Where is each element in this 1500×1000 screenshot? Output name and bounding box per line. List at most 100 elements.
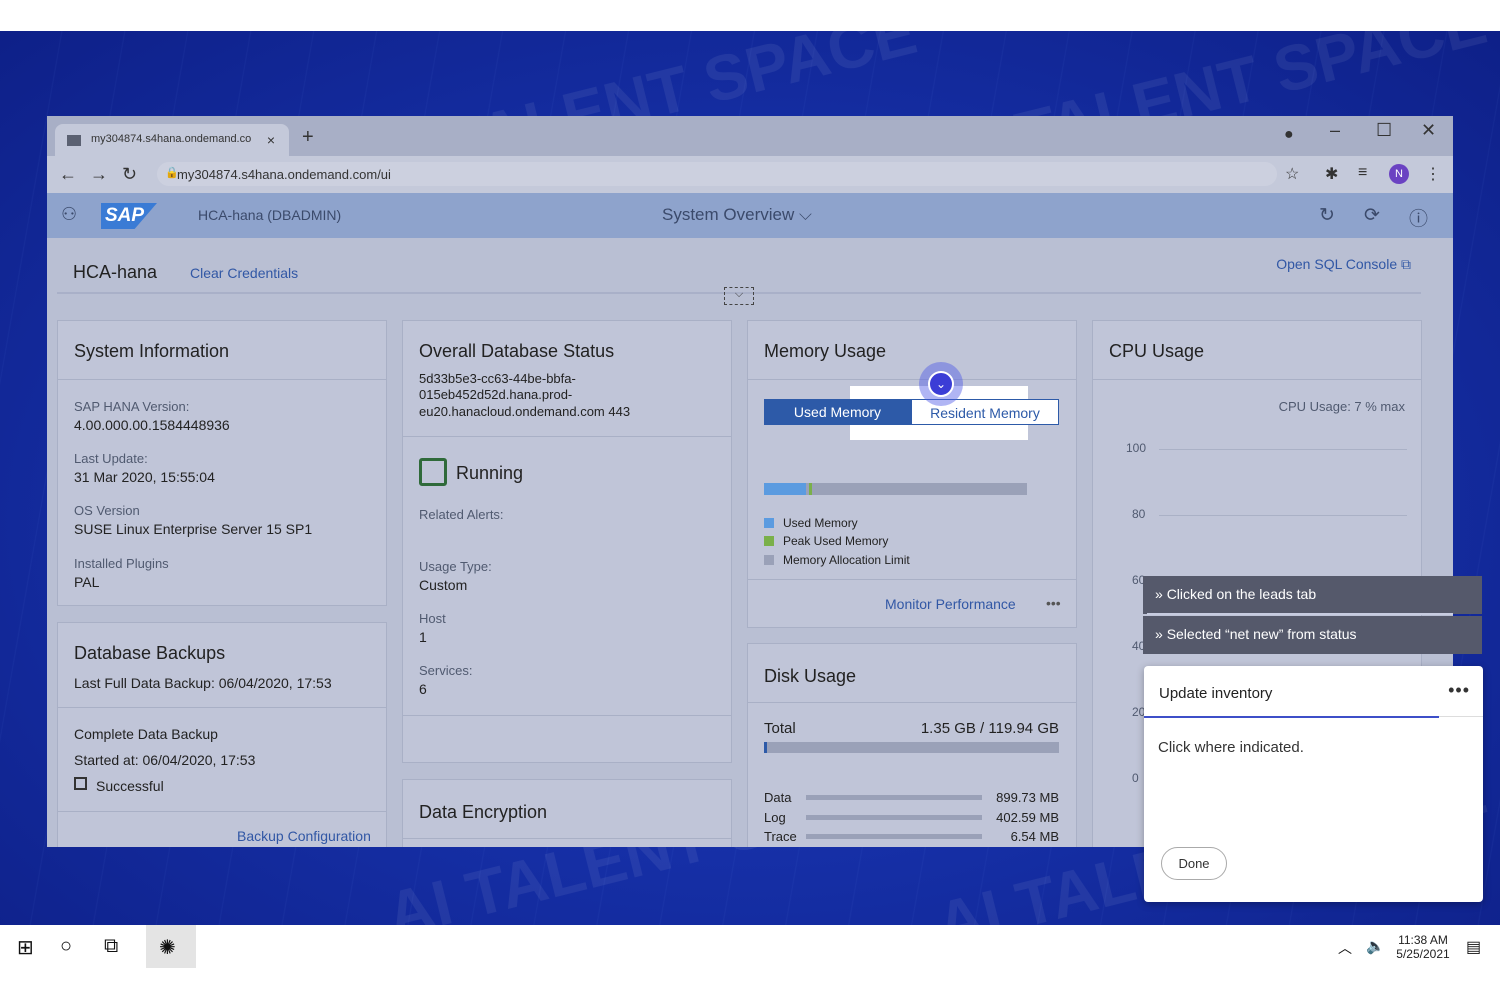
tab-close-icon[interactable]: × xyxy=(267,132,275,148)
open-sql-console-link[interactable]: Open SQL Console ⧉ xyxy=(1276,256,1411,273)
media-icon[interactable]: ● xyxy=(1284,126,1294,144)
lock-icon: 🔒 xyxy=(165,167,179,179)
cpu-tick-label: 0 xyxy=(1132,771,1139,785)
new-tab-button[interactable]: + xyxy=(302,126,314,149)
clock[interactable]: 11:38 AM 5/25/2021 xyxy=(1392,933,1454,961)
done-button[interactable]: Done xyxy=(1161,847,1227,880)
clear-credentials-link[interactable]: Clear Credentials xyxy=(190,265,298,281)
refresh-icon[interactable]: ↻ xyxy=(1319,204,1335,227)
host-label: Host xyxy=(419,611,446,626)
minimize-button[interactable]: – xyxy=(1330,120,1340,141)
click-indicator: ⌄ xyxy=(919,362,963,406)
divider xyxy=(403,715,731,716)
desktop-background: AI TALENT SPACE AI TALENT SPACE AI TALEN… xyxy=(0,31,1500,925)
backup-configuration-link[interactable]: Backup Configuration xyxy=(237,828,371,844)
divider xyxy=(748,702,1076,703)
running-status: Running xyxy=(456,463,524,483)
field-value: SUSE Linux Enterprise Server 15 SP1 xyxy=(74,521,313,537)
search-icon[interactable]: ○ xyxy=(60,935,72,958)
guide-step: » Selected “net new” from status xyxy=(1143,616,1482,654)
disk-total-bar xyxy=(764,742,1059,753)
reload-icon[interactable]: ↻ xyxy=(122,164,137,185)
system-information-card: System Information SAP HANA Version: 4.0… xyxy=(57,320,387,606)
object-header: HCA-hana Clear Credentials Open SQL Cons… xyxy=(57,238,1421,294)
services-label: Services: xyxy=(419,663,473,678)
taskbar-app-active[interactable]: ✺ xyxy=(146,925,196,968)
divider xyxy=(403,436,731,437)
field-value: PAL xyxy=(74,574,100,590)
guide-step-text: Selected “net new” from status xyxy=(1166,626,1357,642)
chevron-down-icon: ⌵ xyxy=(798,205,812,224)
sync-icon[interactable]: ⟳ xyxy=(1364,204,1380,227)
guide-step: » Clicked on the leads tab xyxy=(1143,576,1482,614)
host-line: 5d33b5e3-cc63-44be-bbfa- xyxy=(419,371,576,386)
more-icon[interactable]: ••• xyxy=(1448,680,1470,701)
database-status-card: Overall Database Status 5d33b5e3-cc63-44… xyxy=(402,320,732,763)
cpu-gridline xyxy=(1159,515,1407,516)
collapse-header-button[interactable]: ⌵ xyxy=(724,287,754,305)
field-value: 4.00.000.00.1584448936 xyxy=(74,417,230,433)
favicon-icon xyxy=(67,135,81,146)
card-title: Overall Database Status xyxy=(419,341,615,361)
related-alerts-label: Related Alerts: xyxy=(419,507,504,522)
forward-icon[interactable]: → xyxy=(90,164,108,185)
system-name: HCA-hana (DBADMIN) xyxy=(198,207,342,223)
profile-avatar[interactable]: N xyxy=(1389,164,1409,184)
card-title: CPU Usage xyxy=(1109,341,1205,361)
more-icon[interactable]: ••• xyxy=(1046,595,1061,611)
volume-icon[interactable]: 🔈 xyxy=(1366,937,1385,955)
host-value: 1 xyxy=(419,629,427,645)
chevron-down-icon: ⌄ xyxy=(928,371,954,397)
task-view-icon[interactable]: ⧉ xyxy=(104,935,118,958)
browser-tab[interactable]: my304874.s4hana.ondemand.co × xyxy=(55,124,289,156)
sap-shell-bar: ⚇ SAP HCA-hana (DBADMIN) System Overview… xyxy=(47,193,1453,238)
notification-icon[interactable]: ▤ xyxy=(1466,937,1481,957)
page-title: HCA-hana xyxy=(73,262,158,282)
bookmark-star-icon[interactable]: ☆ xyxy=(1285,164,1299,184)
help-icon[interactable]: ⓘ xyxy=(1409,204,1428,231)
url-field[interactable]: 🔒 my304874.s4hana.ondemand.com/ui xyxy=(157,162,1277,186)
disk-row-value: 899.73 MB xyxy=(996,790,1059,805)
windows-start-icon[interactable]: ⊞ xyxy=(17,935,34,960)
disk-row-label: Trace xyxy=(764,829,797,844)
url-text: my304874.s4hana.ondemand.com/ui xyxy=(177,167,391,182)
legend-label: Peak Used Memory xyxy=(783,534,889,548)
running-status-icon xyxy=(419,458,447,486)
panel-divider xyxy=(1439,716,1483,717)
close-window-button[interactable]: ✕ xyxy=(1421,120,1436,141)
reading-list-icon[interactable]: ≡ xyxy=(1358,164,1367,182)
disk-row-label: Data xyxy=(764,790,792,805)
backup-type: Complete Data Backup xyxy=(74,726,218,742)
divider xyxy=(58,379,386,380)
cpu-gridline xyxy=(1159,449,1407,450)
monitor-performance-link[interactable]: Monitor Performance xyxy=(885,596,1016,612)
extensions-icon[interactable]: ✱ xyxy=(1325,164,1338,184)
backup-started: Started at: 06/04/2020, 17:53 xyxy=(74,752,256,768)
divider xyxy=(58,707,386,708)
field-label: OS Version xyxy=(74,503,140,518)
guide-panel: Update inventory ••• Click where indicat… xyxy=(1144,666,1483,902)
back-icon[interactable]: ← xyxy=(59,164,77,185)
external-link-icon: ⧉ xyxy=(1401,256,1411,272)
double-chevron-icon: » xyxy=(1155,626,1163,642)
disk-row-bar xyxy=(806,834,982,839)
step-divider xyxy=(1147,613,1453,615)
used-memory-swatch xyxy=(764,518,774,528)
guide-step-text: Clicked on the leads tab xyxy=(1166,586,1317,602)
legend-label: Memory Allocation Limit xyxy=(783,553,910,567)
app-title[interactable]: System Overview ⌵ xyxy=(662,205,812,225)
disk-row-bar xyxy=(806,795,982,800)
disk-usage-card: Disk Usage Total 1.35 GB / 119.94 GB Dat… xyxy=(747,643,1077,847)
divider xyxy=(748,579,1076,580)
panel-underline xyxy=(1144,716,1439,718)
last-full-backup: Last Full Data Backup: 06/04/2020, 17:53 xyxy=(74,675,332,691)
tab-used-memory[interactable]: Used Memory xyxy=(764,399,911,425)
chevron-up-icon[interactable]: ︿ xyxy=(1338,938,1352,958)
user-icon[interactable]: ⚇ xyxy=(61,204,77,225)
memory-bar xyxy=(764,483,1027,495)
menu-icon[interactable]: ⋮ xyxy=(1425,164,1441,184)
guide-instruction: Click where indicated. xyxy=(1158,739,1304,756)
maximize-button[interactable]: ☐ xyxy=(1376,120,1392,141)
address-bar-row: ← → ↻ 🔒 my304874.s4hana.ondemand.com/ui … xyxy=(47,156,1453,193)
disk-row-value: 6.54 MB xyxy=(1010,829,1059,844)
